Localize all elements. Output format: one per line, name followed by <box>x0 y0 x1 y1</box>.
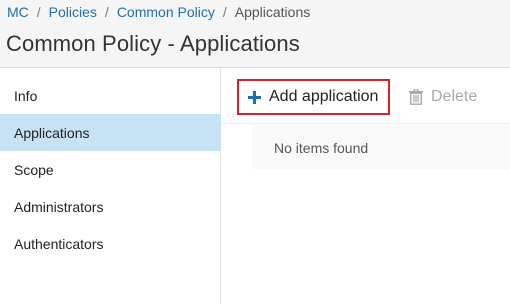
sidebar-item-info[interactable]: Info <box>0 77 221 114</box>
breadcrumb-link-mc[interactable]: MC <box>7 4 29 20</box>
sidebar-item-label: Authenticators <box>14 235 104 252</box>
sidebar: Info Applications Scope Administrators A… <box>0 69 221 304</box>
breadcrumb-link-policies[interactable]: Policies <box>49 4 97 20</box>
sidebar-item-scope[interactable]: Scope <box>0 151 221 188</box>
breadcrumb-separator: / <box>104 4 109 20</box>
page: MC / Policies / Common Policy / Applicat… <box>0 0 510 304</box>
breadcrumb-separator: / <box>222 4 227 20</box>
main-content: Add application Delete No items found <box>222 69 510 304</box>
toolbar: Add application Delete <box>222 69 510 124</box>
delete-label: Delete <box>431 88 478 105</box>
sidebar-item-label: Applications <box>14 124 90 141</box>
sidebar-item-administrators[interactable]: Administrators <box>0 188 221 225</box>
sidebar-item-label: Administrators <box>14 198 104 215</box>
page-title: Common Policy - Applications <box>6 31 300 56</box>
breadcrumb-separator: / <box>36 4 41 20</box>
add-application-label: Add application <box>269 88 379 105</box>
breadcrumb-current: Applications <box>234 4 311 20</box>
breadcrumb: MC / Policies / Common Policy / Applicat… <box>7 4 310 20</box>
plus-icon <box>248 90 261 104</box>
empty-state-text: No items found <box>274 140 369 156</box>
sidebar-item-label: Scope <box>14 161 54 178</box>
add-application-button[interactable]: Add application <box>237 79 390 115</box>
sidebar-item-label: Info <box>14 87 38 104</box>
delete-button[interactable]: Delete <box>409 87 477 107</box>
breadcrumb-link-common-policy[interactable]: Common Policy <box>117 4 215 20</box>
trash-icon <box>409 88 423 105</box>
empty-state-row: No items found <box>252 125 510 169</box>
page-header: MC / Policies / Common Policy / Applicat… <box>0 0 510 68</box>
sidebar-item-applications[interactable]: Applications <box>0 114 221 151</box>
sidebar-item-authenticators[interactable]: Authenticators <box>0 225 221 262</box>
